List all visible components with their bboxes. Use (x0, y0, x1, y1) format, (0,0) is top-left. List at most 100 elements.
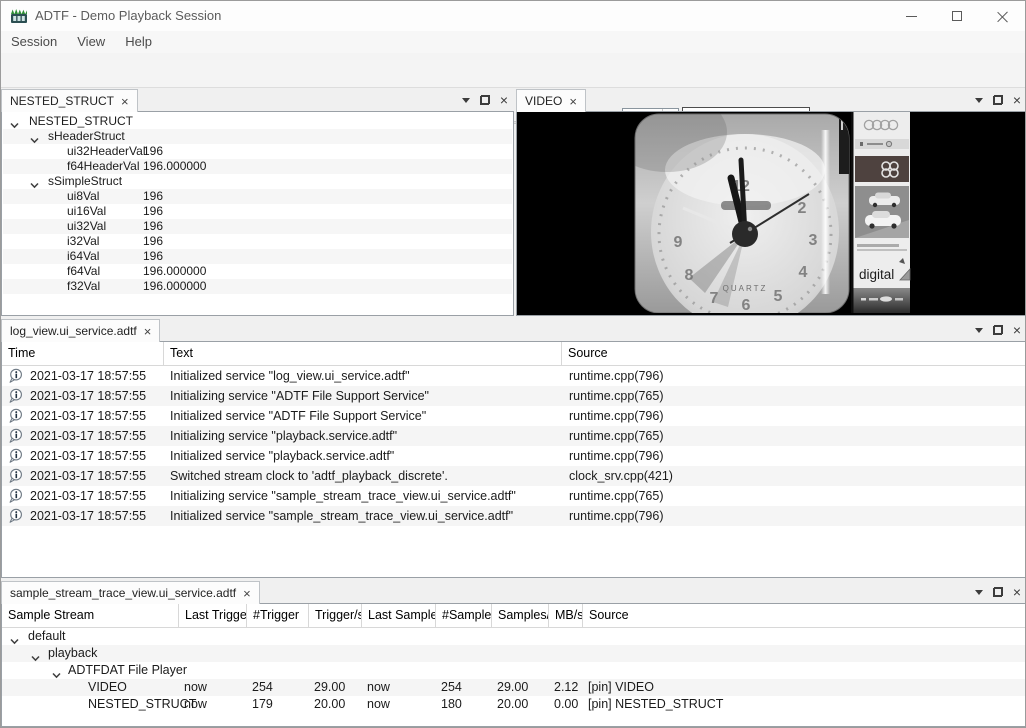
tree-row[interactable]: ui32Val196 (3, 219, 512, 234)
trace-col-header[interactable]: #Trigger (247, 604, 309, 628)
tree-node-value: 196.000000 (143, 264, 206, 279)
log-col-source[interactable]: Source (562, 342, 1026, 366)
log-row[interactable]: 2021-03-17 18:57:55Switched stream clock… (2, 466, 1026, 486)
dock-float-icon[interactable] (993, 325, 1003, 335)
trace-col-header[interactable]: Last Trigger (179, 604, 247, 628)
trace-col-header[interactable]: Last Sample (362, 604, 436, 628)
menu-session[interactable]: Session (1, 31, 67, 53)
log-row[interactable]: 2021-03-17 18:57:55Initializing service … (2, 386, 1026, 406)
menu-view[interactable]: View (67, 31, 115, 53)
stream-label: VIDEO (88, 679, 127, 696)
tab-log-view[interactable]: log_view.ui_service.adtf × (1, 319, 160, 342)
tree-row[interactable]: NESTED_STRUCT (3, 114, 512, 129)
trace-col-header[interactable]: Samples/s (492, 604, 549, 628)
tree-row[interactable]: ui32HeaderVal196 (3, 144, 512, 159)
log-row[interactable]: 2021-03-17 18:57:55 Initialized service "… (2, 506, 1026, 526)
log-row[interactable]: 2021-03-17 18:57:55Initialized service "… (2, 406, 1026, 426)
dock-menu-icon[interactable] (975, 328, 983, 333)
toolbar: 1,00x (1, 53, 1025, 88)
dock-menu-icon[interactable] (462, 98, 470, 103)
trace-header: Sample StreamLast Trigger#TriggerTrigger… (2, 604, 1026, 628)
tab-close-icon[interactable]: × (569, 95, 577, 108)
log-text: Initialized service "playback.service.ad… (170, 446, 394, 466)
dock-close-icon[interactable]: × (1013, 93, 1021, 107)
trace-row[interactable]: playback (2, 645, 1026, 662)
tab-close-icon[interactable]: × (243, 587, 251, 600)
dock-close-icon[interactable]: × (500, 93, 508, 107)
trace-content: Sample StreamLast Trigger#TriggerTrigger… (1, 603, 1026, 727)
trace-row[interactable]: ADTFDAT File Player (2, 662, 1026, 679)
dock-menu-icon[interactable] (975, 590, 983, 595)
minimize-button[interactable] (888, 1, 934, 31)
tree-node-label: f32Val (67, 279, 100, 294)
info-icon (8, 508, 23, 530)
tree-node-value: 196 (143, 219, 163, 234)
tree-row[interactable]: sHeaderStruct (3, 129, 512, 144)
dock-close-icon[interactable]: × (1013, 585, 1021, 599)
trace-row[interactable]: default (2, 628, 1026, 645)
brochure-brand-label: digital (859, 267, 894, 282)
tree-node-value: 196.000000 (143, 159, 206, 174)
tab-video[interactable]: VIDEO × (516, 89, 586, 112)
menu-help[interactable]: Help (115, 31, 162, 53)
dock-float-icon[interactable] (993, 587, 1003, 597)
log-row[interactable]: 2021-03-17 18:57:55 Initialized service "… (2, 446, 1026, 466)
stream-label: NESTED_STRUCT (88, 696, 196, 713)
trace-col-header[interactable]: #Samples (436, 604, 492, 628)
trace-cell-value: now (367, 696, 390, 713)
trace-col-header[interactable]: Source (583, 604, 1026, 628)
log-time: 2021-03-17 18:57:55 (30, 446, 146, 466)
tree-row[interactable]: ui8Val196 (3, 189, 512, 204)
dock-close-icon[interactable]: × (1013, 323, 1021, 337)
trace-cell-value: 29.00 (497, 679, 528, 696)
tab-close-icon[interactable]: × (144, 325, 152, 338)
tree-node-value: 196.000000 (143, 279, 206, 294)
log-row[interactable]: 2021-03-17 18:57:55Initializing service … (2, 486, 1026, 506)
trace-col-header[interactable]: Trigger/s (309, 604, 362, 628)
log-row[interactable]: 2021-03-17 18:57:55Initialized service "… (2, 366, 1026, 386)
tree-row[interactable]: f64HeaderVal196.000000 (3, 159, 512, 174)
video-panel: VIDEO × × (516, 89, 1026, 316)
trace-cell-value: [pin] NESTED_STRUCT (588, 696, 723, 713)
log-row[interactable]: 2021-03-17 18:57:55Initializing service … (2, 426, 1026, 446)
trace-row[interactable]: VIDEOnow25429.00now25429.002.12[pin] VID… (2, 679, 1026, 696)
log-text: Initialized service "sample_stream_trace… (170, 506, 513, 526)
log-col-text[interactable]: Text (164, 342, 562, 366)
tree-row[interactable]: sSimpleStruct (3, 174, 512, 189)
close-button[interactable] (980, 1, 1026, 31)
log-text: Initializing service "ADTF File Support … (170, 386, 429, 406)
trace-cell-value: 180 (441, 696, 462, 713)
log-time: 2021-03-17 18:57:55 (30, 486, 146, 506)
title-bar[interactable]: ADTF - Demo Playback Session (1, 1, 1025, 31)
log-source: runtime.cpp(765) (569, 386, 664, 406)
trace-cell-value: now (184, 679, 207, 696)
log-text: Switched stream clock to 'adtf_playback_… (170, 466, 448, 486)
tab-close-icon[interactable]: × (121, 95, 129, 108)
stream-label: playback (48, 645, 97, 662)
maximize-button[interactable] (934, 1, 980, 31)
trace-col-header[interactable]: Sample Stream (2, 604, 179, 628)
trace-col-header[interactable]: MB/s (549, 604, 583, 628)
tab-trace-view[interactable]: sample_stream_trace_view.ui_service.adtf… (1, 581, 260, 604)
trace-cell-value: 179 (252, 696, 273, 713)
menu-bar: Session View Help (1, 31, 1025, 53)
video-tabbar: VIDEO × × (516, 89, 1026, 111)
tab-nested-struct[interactable]: NESTED_STRUCT × (1, 89, 138, 112)
tree-node-label: NESTED_STRUCT (29, 114, 133, 129)
tree-node-label: ui32HeaderVal (67, 144, 146, 159)
dock-menu-icon[interactable] (975, 98, 983, 103)
tree-row[interactable]: f64Val196.000000 (3, 264, 512, 279)
tree-row[interactable]: ui16Val196 (3, 204, 512, 219)
tree-row[interactable]: i64Val196 (3, 249, 512, 264)
tree-row[interactable]: f32Val 196.000000 (3, 279, 512, 294)
log-col-time[interactable]: Time (2, 342, 164, 366)
tree-row[interactable]: i32Val196 (3, 234, 512, 249)
dock-float-icon[interactable] (993, 95, 1003, 105)
log-source: runtime.cpp(796) (569, 506, 664, 526)
trace-row[interactable]: NESTED_STRUCTnow17920.00now18020.000.00[… (2, 696, 1026, 713)
log-text: Initialized service "ADTF File Support S… (170, 406, 426, 426)
trace-cell-value: now (184, 696, 207, 713)
dock-float-icon[interactable] (480, 95, 490, 105)
log-time: 2021-03-17 18:57:55 (30, 506, 146, 526)
stream-label: default (28, 628, 66, 645)
